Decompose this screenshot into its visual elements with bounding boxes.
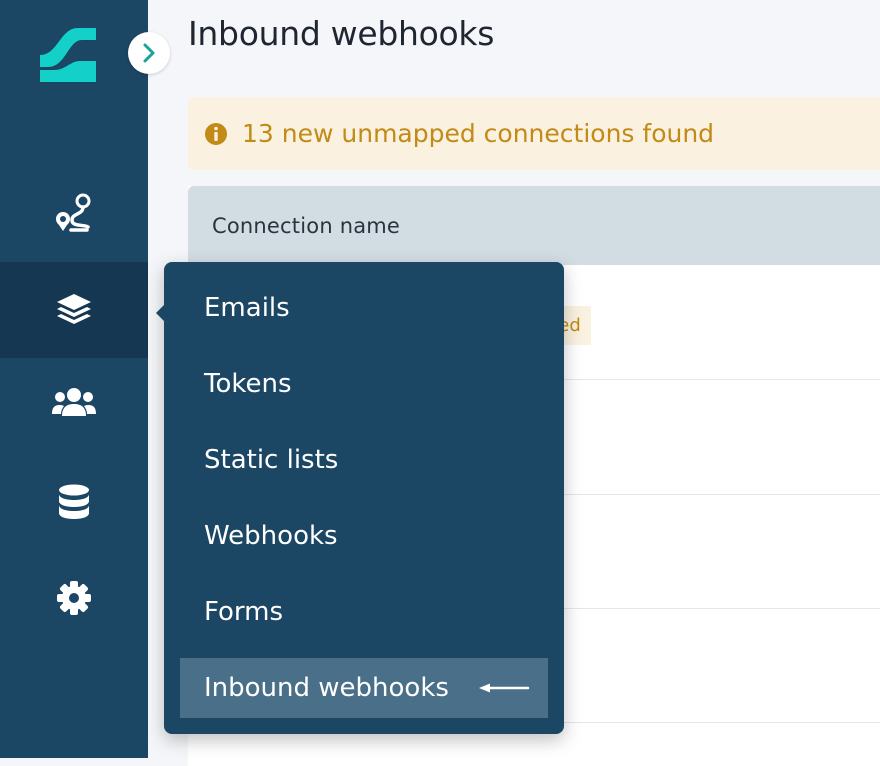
unmapped-connections-alert: 13 new unmapped connections found <box>188 97 880 170</box>
info-icon <box>205 122 227 145</box>
sidebar-item-content[interactable] <box>0 262 148 358</box>
sidebar-item-data[interactable] <box>0 454 148 550</box>
page-title: Inbound webhooks <box>188 14 495 53</box>
menu-item-emails[interactable]: Emails <box>180 278 548 338</box>
users-icon <box>52 388 96 416</box>
sidebar-expand-button[interactable] <box>128 32 170 74</box>
flyout-caret <box>156 304 165 322</box>
alert-text: 13 new unmapped connections found <box>242 119 715 148</box>
sidebar-item-contacts[interactable] <box>0 354 148 450</box>
menu-item-inbound-webhooks-label: Inbound webhooks <box>204 673 449 703</box>
menu-item-static-lists[interactable]: Static lists <box>180 430 548 490</box>
menu-item-inbound-webhooks[interactable]: Inbound webhooks <box>180 658 548 718</box>
route-icon <box>56 193 91 232</box>
menu-item-webhooks[interactable]: Webhooks <box>180 506 548 566</box>
sidebar-item-journeys[interactable] <box>0 166 148 262</box>
layers-icon <box>57 294 91 324</box>
arrow-left-icon <box>479 683 530 693</box>
content-flyout-menu: Emails Tokens Static lists Webhooks Form… <box>156 262 564 734</box>
chevron-right-icon <box>143 43 155 63</box>
database-icon <box>59 484 89 519</box>
sidebar <box>0 0 148 758</box>
logo-icon[interactable] <box>40 28 96 82</box>
column-header-connection-name[interactable]: Connection name <box>188 186 880 265</box>
menu-item-tokens[interactable]: Tokens <box>180 354 548 414</box>
menu-item-forms[interactable]: Forms <box>180 582 548 642</box>
gear-icon <box>57 581 91 615</box>
sidebar-item-settings[interactable] <box>0 550 148 646</box>
